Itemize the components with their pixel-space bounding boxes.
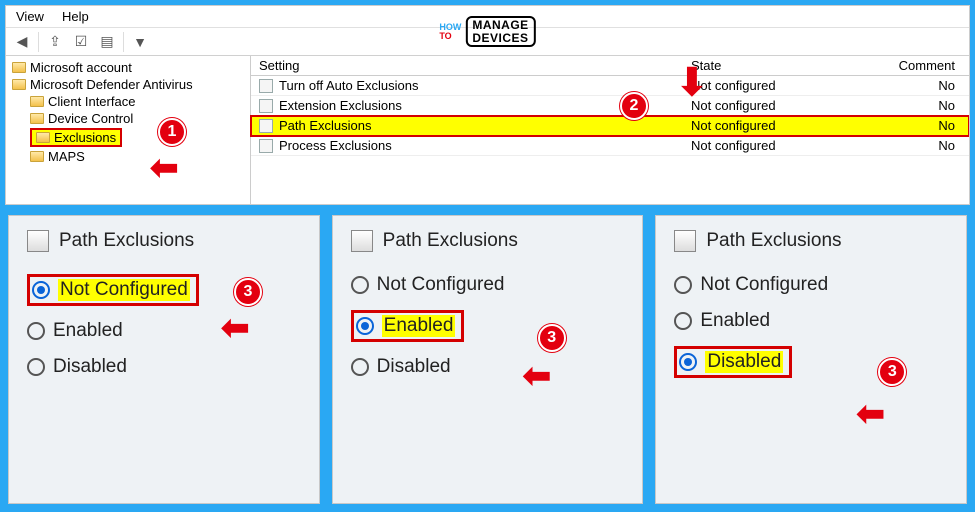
radio-icon xyxy=(674,276,692,294)
tree-item-msaccount[interactable]: Microsoft account xyxy=(10,59,246,76)
radio-disabled[interactable]: Disabled xyxy=(27,356,301,378)
nav-tree[interactable]: Microsoft account Microsoft Defender Ant… xyxy=(6,56,251,204)
settings-list: Setting State Comment Turn off Auto Excl… xyxy=(251,56,969,204)
step-badge-3: 3 xyxy=(234,278,262,306)
folder-icon xyxy=(30,96,44,107)
arrow-icon: ⬅ xyxy=(150,148,179,188)
tree-item-defender[interactable]: Microsoft Defender Antivirus xyxy=(10,76,246,93)
setting-icon xyxy=(259,139,273,153)
radio-icon xyxy=(32,281,50,299)
radio-not-configured[interactable]: Not Configured xyxy=(674,274,948,296)
filter-icon[interactable]: ▼ xyxy=(130,32,150,52)
step-badge-3: 3 xyxy=(878,358,906,386)
radio-disabled[interactable]: Disabled xyxy=(351,356,625,378)
tree-label: Client Interface xyxy=(48,94,135,109)
policy-icon xyxy=(674,230,696,252)
folder-icon xyxy=(12,79,26,90)
radio-enabled[interactable]: Enabled xyxy=(674,310,948,332)
radio-icon xyxy=(674,312,692,330)
step-badge-1: 1 xyxy=(158,118,186,146)
setting-icon xyxy=(259,79,273,93)
radio-enabled[interactable]: Enabled xyxy=(351,310,625,342)
radio-icon xyxy=(351,276,369,294)
policy-icon xyxy=(27,230,49,252)
list-icon[interactable]: ▤ xyxy=(97,32,117,52)
menu-view[interactable]: View xyxy=(16,9,44,24)
tree-label: MAPS xyxy=(48,149,85,164)
radio-icon xyxy=(679,353,697,371)
list-header: Setting State Comment xyxy=(251,56,969,76)
step-badge-2: 2 xyxy=(620,92,648,120)
col-comment: Comment xyxy=(871,58,961,73)
policy-icon xyxy=(351,230,373,252)
tree-item-maps[interactable]: MAPS xyxy=(10,148,246,165)
radio-enabled[interactable]: Enabled xyxy=(27,320,301,342)
arrow-icon: ⬅ xyxy=(856,394,885,434)
list-row[interactable]: Process Exclusions Not configured No xyxy=(251,136,969,156)
list-row-path-exclusions[interactable]: Path Exclusions Not configured No xyxy=(251,116,969,136)
radio-icon xyxy=(351,358,369,376)
folder-icon xyxy=(30,113,44,124)
tree-label: Microsoft account xyxy=(30,60,132,75)
dialog-title: Path Exclusions xyxy=(706,230,841,252)
setting-icon xyxy=(259,119,273,133)
radio-not-configured[interactable]: Not Configured xyxy=(351,274,625,296)
dialog-path-exclusions-enabled: Path Exclusions Not Configured Enabled D… xyxy=(332,215,644,504)
list-row[interactable]: Extension Exclusions Not configured No xyxy=(251,96,969,116)
properties-icon[interactable]: ☑ xyxy=(71,32,91,52)
dialog-title: Path Exclusions xyxy=(383,230,518,252)
radio-icon xyxy=(356,317,374,335)
folder-icon xyxy=(12,62,26,73)
tree-item-clientinterface[interactable]: Client Interface xyxy=(10,93,246,110)
tree-label: Microsoft Defender Antivirus xyxy=(30,77,193,92)
dialog-path-exclusions-disabled: Path Exclusions Not Configured Enabled D… xyxy=(655,215,967,504)
back-icon[interactable]: ◀ xyxy=(12,32,32,52)
list-row[interactable]: Turn off Auto Exclusions Not configured … xyxy=(251,76,969,96)
tree-item-exclusions[interactable]: Exclusions xyxy=(10,127,246,148)
watermark: HOW TO MANAGE DEVICES xyxy=(439,16,535,47)
step-badge-3: 3 xyxy=(538,324,566,352)
export-icon[interactable]: ⇪ xyxy=(45,32,65,52)
arrow-icon: ⬅ xyxy=(523,356,552,396)
col-state: State xyxy=(691,58,871,73)
radio-disabled[interactable]: Disabled xyxy=(674,346,948,378)
col-setting: Setting xyxy=(259,58,691,73)
tree-label: Device Control xyxy=(48,111,133,126)
folder-icon xyxy=(36,132,50,143)
menu-help[interactable]: Help xyxy=(62,9,89,24)
radio-icon xyxy=(27,322,45,340)
dialog-title: Path Exclusions xyxy=(59,230,194,252)
tree-label: Exclusions xyxy=(54,130,116,145)
setting-icon xyxy=(259,99,273,113)
tree-item-devicecontrol[interactable]: Device Control xyxy=(10,110,246,127)
folder-icon xyxy=(30,151,44,162)
arrow-down-icon: ⬇ xyxy=(676,60,708,105)
radio-icon xyxy=(27,358,45,376)
arrow-icon: ⬅ xyxy=(221,308,250,348)
dialog-path-exclusions-notconfigured: Path Exclusions Not Configured Enabled D… xyxy=(8,215,320,504)
